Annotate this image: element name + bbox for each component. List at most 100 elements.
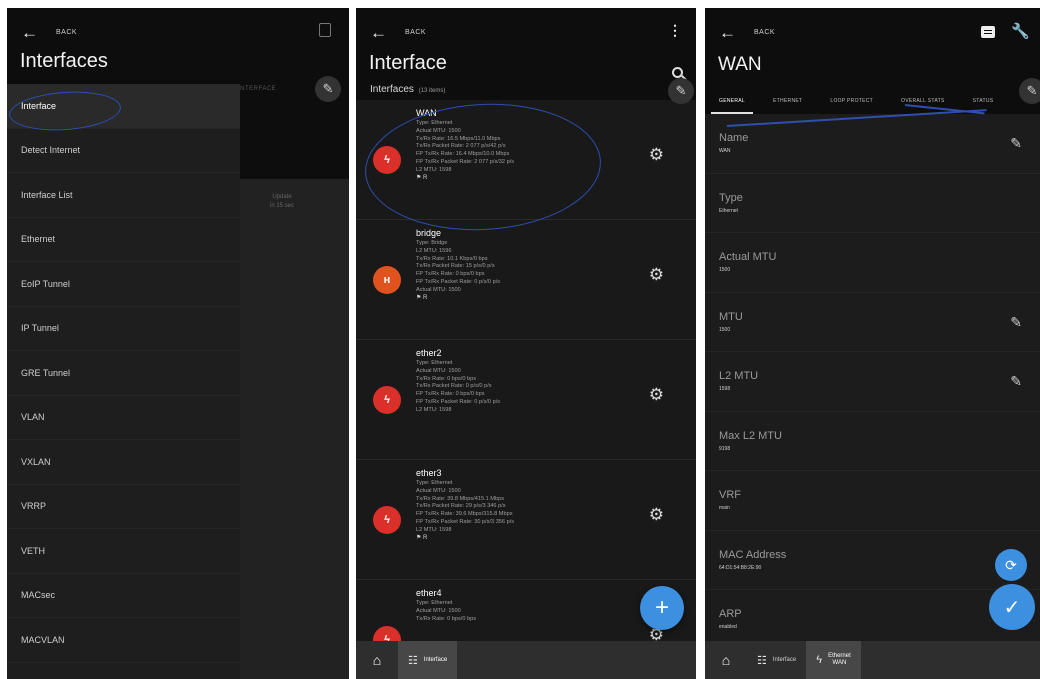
menu-item-veth[interactable]: VETH	[7, 529, 240, 574]
stat-line: FP Tx/Rx Packet Rate: 2 077 p/s/32 p/s	[416, 158, 515, 165]
menu-item-ethernet[interactable]: Ethernet	[7, 218, 240, 262]
tab-overall-stats[interactable]: OVERALL STATS	[887, 88, 959, 114]
pencil-icon[interactable]: ✎	[1010, 315, 1022, 329]
tab-loop-protect[interactable]: LOOP PROTECT	[816, 88, 887, 114]
wan-detail-screen: ← BACK 🔧 WAN GENERAL ETHERNET LOOP PROTECT…	[705, 8, 1040, 679]
back-label: BACK	[754, 29, 776, 36]
pencil-icon[interactable]: ✎	[1010, 374, 1022, 388]
menu-item-bonding[interactable]: Bonding	[7, 663, 240, 679]
interface-list-screen: ← BACK ⋮ Interface Interfaces (13 items)…	[356, 8, 696, 679]
interface-stats: Type: Ethernet Actual MTU: 1500 Tx/Rx Rate…	[416, 120, 514, 182]
stat-line: FP Tx/Rx Rate: 0 bps/0 bps	[416, 391, 485, 398]
back-button[interactable]: ← BACK	[21, 24, 77, 41]
home-button[interactable]: ⌂	[356, 641, 398, 679]
gear-icon[interactable]: ⚙	[649, 386, 664, 403]
pencil-icon: ✎	[1026, 83, 1038, 98]
bottom-tab-ethernet-wan[interactable]: ϟ Ethernet WAN	[806, 641, 861, 679]
field-name[interactable]: Name WAN ✎	[705, 114, 1040, 174]
stat-line: Type: Ethernet	[416, 480, 453, 486]
stat-line: Tx/Rx Packet Rate: 15 p/s/0 p/s	[416, 263, 495, 270]
page-title: WAN	[718, 54, 762, 75]
menu-item-ip-tunnel[interactable]: IP Tunnel	[7, 307, 240, 351]
bottom-tab-interface[interactable]: ☷ Interface	[747, 641, 806, 679]
status-line: in 15 sec	[269, 203, 294, 209]
field-mtu[interactable]: MTU 1500 ✎	[705, 293, 1040, 352]
interface-name: ether3	[416, 468, 442, 478]
more-options-icon[interactable]: ⋮	[668, 23, 682, 37]
detail-header-label: INTERFACE	[238, 86, 277, 92]
field-label: Actual MTU	[719, 251, 777, 263]
menu-item-interface[interactable]: Interface	[7, 84, 240, 129]
stat-line: Actual MTU: 1500	[416, 286, 461, 293]
menu-item-macvlan[interactable]: MACVLAN	[7, 618, 240, 663]
subtitle-text: Interfaces	[370, 84, 414, 95]
menu-item-vxlan[interactable]: VXLAN	[7, 440, 240, 485]
stat-line: Tx/Rx Rate: 10.1 Kbps/0 bps	[416, 255, 488, 262]
field-l2-mtu[interactable]: L2 MTU 1598 ✎	[705, 352, 1040, 412]
home-icon: ⌂	[721, 652, 731, 668]
ethernet-icon: ϟ	[816, 654, 823, 666]
gear-icon[interactable]: ⚙	[649, 266, 664, 283]
detail-area-lower	[240, 179, 349, 679]
bottom-nav: ⌂ ☷ Interface	[356, 641, 696, 679]
stat-line: FP Tx/Rx Rate: 16.4 Mbps/10.0 Mbps	[416, 151, 510, 158]
interface-stats: Type: Ethernet Actual MTU: 1500 Tx/Rx Rate…	[416, 600, 476, 623]
interface-stats: Type: Ethernet Actual MTU: 1500 Tx/Rx Rate…	[416, 360, 500, 415]
search-icon[interactable]	[672, 67, 683, 78]
field-label: L2 MTU	[719, 370, 759, 382]
refresh-button[interactable]: ⟳	[995, 549, 1027, 581]
field-label: ARP	[719, 608, 742, 620]
stat-line: Tx/Rx Packet Rate: 2 077 p/s/42 p/s	[416, 143, 506, 150]
field-label: Max L2 MTU	[719, 429, 782, 442]
menu-item-macsec[interactable]: MACsec	[7, 574, 240, 618]
stat-line: Tx/Rx Rate: 0 bps/0 bps	[416, 375, 477, 382]
menu-item-eoip-tunnel[interactable]: EoIP Tunnel	[7, 262, 240, 307]
field-actual-mtu: Actual MTU 1500	[705, 233, 1040, 293]
ethernet-icon: ϟ	[373, 146, 401, 174]
ethernet-icon: ϟ	[373, 626, 401, 641]
menu-item-vlan[interactable]: VLAN	[7, 396, 240, 440]
stat-line: L2 MTU: 1598	[416, 526, 452, 533]
stat-line: FP Tx/Rx Packet Rate: 30 p/s/3 356 p/s	[416, 518, 515, 525]
interface-stats: Type: Bridge L2 MTU: 1596 Tx/Rx Rate: 10.1…	[416, 240, 500, 302]
stat-line: Actual MTU: 1500	[416, 487, 461, 494]
field-value: 1500	[719, 326, 731, 333]
back-button[interactable]: ← BACK	[370, 24, 426, 41]
menu-item-detect-internet[interactable]: Detect Internet	[7, 129, 240, 173]
tab-ethernet[interactable]: ETHERNET	[759, 88, 816, 114]
wrench-icon[interactable]: 🔧	[1011, 24, 1030, 39]
apply-button[interactable]: ✓	[989, 584, 1035, 630]
bridge-icon: ʜ	[373, 266, 401, 294]
tab-status[interactable]: STATUS	[959, 88, 1008, 114]
menu-item-vrrp[interactable]: VRRP	[7, 485, 240, 529]
comment-icon[interactable]	[981, 25, 996, 38]
field-list: Name WAN ✎ Type Ethernet Actual MTU 1500 MTU 150…	[705, 114, 1040, 641]
edit-pencil-button[interactable]: ✎	[1019, 78, 1040, 104]
edit-pencil-button[interactable]: ✎	[315, 76, 341, 102]
add-interface-button[interactable]: +	[640, 586, 684, 630]
interface-card[interactable]: ϟ ether3 Type: Ethernet Actual MTU: 1500 Tx/…	[356, 460, 696, 580]
status-line: Update	[272, 194, 292, 200]
interface-card[interactable]: ϟ ether2 Type: Ethernet Actual MTU: 1500 Tx/…	[356, 340, 696, 460]
menu-item-gre-tunnel[interactable]: GRE Tunnel	[7, 351, 240, 396]
back-button[interactable]: ← BACK	[719, 24, 775, 41]
gear-icon[interactable]: ⚙	[649, 146, 664, 163]
stat-line: Actual MTU: 1500	[416, 367, 461, 374]
tab-general[interactable]: GENERAL	[705, 88, 759, 114]
flag-text: R	[423, 294, 428, 301]
interface-card[interactable]: ʜ bridge Type: Bridge L2 MTU: 1596 Tx/Rx Rat…	[356, 220, 696, 340]
ethernet-icon: ϟ	[373, 386, 401, 414]
flag-icon: ⚑ R	[416, 294, 428, 301]
home-button[interactable]: ⌂	[705, 641, 747, 679]
pencil-icon[interactable]: ✎	[1010, 136, 1022, 150]
back-label: BACK	[405, 29, 427, 36]
interface-name: ether2	[416, 348, 442, 358]
flag-icon: ⚑ R	[416, 174, 428, 181]
interface-card[interactable]: ϟ WAN Type: Ethernet Actual MTU: 1500 Tx/Rx …	[356, 100, 696, 220]
bottom-tab-interface[interactable]: ☷ Interface	[398, 641, 458, 679]
menu-item-interface-list[interactable]: Interface List	[7, 173, 240, 218]
gear-icon[interactable]: ⚙	[649, 506, 664, 523]
window-icon[interactable]	[319, 23, 331, 37]
stat-line: Tx/Rx Rate: 0 bps/0 bps	[416, 615, 477, 622]
app-header: ← BACK Interfaces	[7, 8, 349, 84]
